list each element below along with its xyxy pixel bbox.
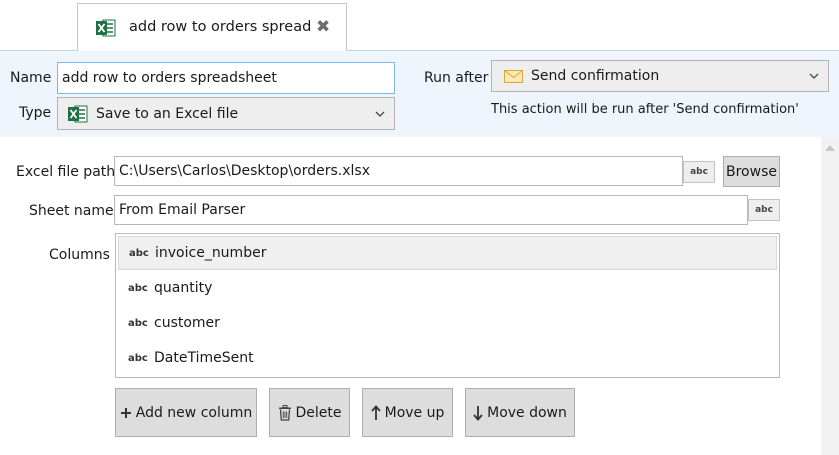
run-after-value: Send confirmation — [531, 68, 660, 84]
list-item[interactable]: abc invoice_number — [118, 236, 777, 270]
action-header-panel: Name add row to orders spreadsheet Type … — [0, 50, 839, 137]
type-label: Type — [19, 105, 52, 121]
delete-label: Delete — [295, 404, 342, 421]
envelope-icon — [504, 70, 523, 87]
sheet-name-variable-button[interactable]: abc — [748, 199, 780, 221]
columns-list[interactable]: abc invoice_number abc quantity abc cust… — [115, 233, 780, 378]
name-input-value: add row to orders spreadsheet — [62, 70, 277, 86]
arrow-down-icon — [473, 405, 483, 421]
browse-button[interactable]: Browse — [723, 156, 780, 187]
type-value: Save to an Excel file — [96, 106, 239, 122]
add-column-button[interactable]: Add new column — [115, 388, 257, 437]
excel-icon — [68, 105, 88, 127]
trash-icon — [278, 404, 292, 421]
close-icon[interactable]: ✖ — [316, 17, 330, 37]
text-type-icon: abc — [129, 247, 149, 259]
plus-icon — [120, 407, 132, 419]
move-up-button[interactable]: Move up — [362, 388, 453, 437]
list-item[interactable]: abc customer — [118, 306, 777, 340]
tab-action[interactable]: add row to orders spreadsheet ✖ — [77, 3, 347, 51]
sheet-name-value: From Email Parser — [119, 202, 246, 218]
chevron-down-icon — [375, 111, 385, 117]
run-after-hint: This action will be run after 'Send conf… — [491, 102, 799, 117]
text-type-icon: abc — [128, 317, 148, 329]
delete-button[interactable]: Delete — [269, 388, 350, 437]
columns-label: Columns — [49, 247, 110, 263]
move-down-label: Move down — [487, 404, 567, 421]
column-name: invoice_number — [155, 245, 267, 261]
add-column-label: Add new column — [135, 404, 253, 421]
run-after-label: Run after — [424, 70, 489, 86]
chevron-down-icon — [809, 73, 819, 79]
sheet-name-label: Sheet name — [29, 203, 114, 219]
excel-icon — [96, 19, 116, 41]
move-down-button[interactable]: Move down — [465, 388, 575, 437]
tab-title: add row to orders spreadsheet — [129, 19, 312, 35]
list-item[interactable]: abc quantity — [118, 271, 777, 305]
text-type-icon: abc — [128, 282, 148, 294]
arrow-up-icon — [370, 404, 381, 421]
vertical-scrollbar[interactable] — [821, 137, 839, 455]
excel-path-label: Excel file path — [16, 164, 116, 180]
move-up-label: Move up — [384, 404, 445, 421]
column-name: DateTimeSent — [154, 350, 254, 366]
text-type-icon: abc — [128, 352, 148, 364]
excel-path-input[interactable]: C:\Users\Carlos\Desktop\orders.xlsx — [114, 156, 683, 186]
sheet-name-input[interactable]: From Email Parser — [114, 195, 748, 225]
excel-path-value: C:\Users\Carlos\Desktop\orders.xlsx — [119, 163, 370, 179]
name-label: Name — [10, 70, 52, 86]
list-item[interactable]: abc DateTimeSent — [118, 341, 777, 375]
run-after-dropdown[interactable]: Send confirmation — [491, 60, 829, 92]
name-input[interactable]: add row to orders spreadsheet — [57, 62, 395, 94]
column-name: quantity — [154, 280, 213, 296]
scroll-up-icon[interactable] — [825, 145, 835, 151]
type-dropdown[interactable]: Save to an Excel file — [57, 97, 395, 130]
column-name: customer — [154, 315, 220, 331]
excel-path-variable-button[interactable]: abc — [683, 161, 715, 183]
